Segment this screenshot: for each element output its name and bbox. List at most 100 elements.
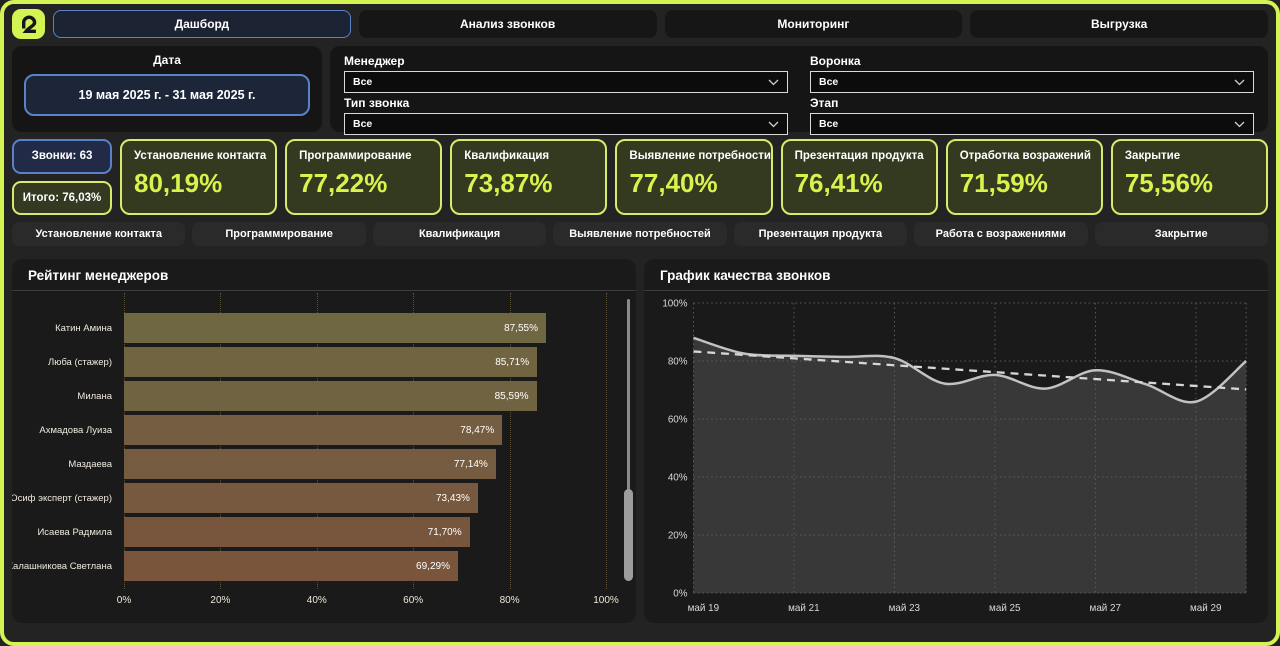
stage-button-closing[interactable]: Закрытие [1095, 222, 1268, 246]
managers-rating-title: Рейтинг менеджеров [12, 259, 636, 291]
kpi-title: Закрытие [1125, 150, 1254, 162]
charts-section: Рейтинг менеджеров Катин АминаЛюба (стаж… [12, 259, 1268, 623]
kpi-value: 80,19% [134, 168, 263, 199]
stage-button-contact[interactable]: Установление контакта [12, 222, 185, 246]
app-logo-icon [12, 9, 45, 39]
managers-rating-chart: Рейтинг менеджеров Катин АминаЛюба (стаж… [12, 259, 636, 623]
bar-1[interactable]: 87,55% [124, 313, 546, 343]
chevron-down-icon [1234, 121, 1245, 128]
y-tick-label: 20% [668, 530, 688, 541]
bar-5[interactable]: 77,14% [124, 449, 496, 479]
stage-select[interactable]: Все [810, 113, 1254, 135]
bar-row: 85,71% [124, 345, 606, 379]
y-tick-label: 60% [668, 414, 688, 425]
call-quality-chart: График качества звонков 0%20%40%60%80%10… [644, 259, 1268, 623]
kpi-value: 77,22% [299, 168, 428, 199]
kpi-card-needs: Выявление потребности 77,40% [615, 139, 772, 215]
chevron-down-icon [768, 79, 779, 86]
bar-category-label: Люба (стажер) [12, 345, 120, 379]
kpi-value: 73,87% [464, 168, 593, 199]
bar-value-label: 87,55% [504, 323, 538, 334]
bar-row: 73,43% [124, 481, 606, 515]
kpi-title: Установление контакта [134, 150, 263, 162]
kpi-value: 71,59% [960, 168, 1089, 199]
funnel-filter-label: Воронка [810, 54, 1254, 68]
call-type-filter-label: Тип звонка [344, 96, 788, 110]
bar-x-tick-label: 20% [210, 595, 230, 606]
bar-2[interactable]: 85,71% [124, 347, 537, 377]
date-range-picker[interactable]: 19 мая 2025 г. - 31 мая 2025 г. [24, 74, 310, 116]
bar-3[interactable]: 85,59% [124, 381, 537, 411]
call-type-select[interactable]: Все [344, 113, 788, 135]
bar-value-label: 78,47% [460, 425, 494, 436]
area-chart-svg: 0%20%40%60%80%100%май 19май 21май 23май … [654, 293, 1258, 619]
x-tick-label: май 21 [788, 603, 820, 614]
bar-7[interactable]: 71,70% [124, 517, 470, 547]
bar-row: 77,14% [124, 447, 606, 481]
x-tick-label: май 23 [889, 603, 921, 614]
tab-call-analysis[interactable]: Анализ звонков [359, 10, 657, 38]
header: Дашборд Анализ звонков Мониторинг Выгруз… [12, 10, 1268, 38]
x-tick-label: май 29 [1190, 603, 1222, 614]
bar-value-label: 85,59% [495, 391, 529, 402]
kpi-card-objections: Отработка возражений 71,59% [946, 139, 1103, 215]
kpi-value: 77,40% [629, 168, 758, 199]
kpi-value: 76,41% [795, 168, 924, 199]
bar-chart-scrollbar[interactable] [624, 299, 633, 581]
bar-value-label: 77,14% [454, 459, 488, 470]
bar-category-label: Юсиф эксперт (стажер) [12, 481, 120, 515]
bar-category-label: Ахмадова Луиза [12, 413, 120, 447]
kpi-card-presentation: Презентация продукта 76,41% [781, 139, 938, 215]
bar-4[interactable]: 78,47% [124, 415, 502, 445]
stage-button-objections[interactable]: Работа с возражениями [914, 222, 1087, 246]
bar-category-label: Милана [12, 379, 120, 413]
x-tick-label: май 27 [1090, 603, 1122, 614]
call-quality-title: График качества звонков [644, 259, 1268, 291]
y-tick-label: 80% [668, 356, 688, 367]
bar-gridline [606, 293, 607, 589]
kpi-card-closing: Закрытие 75,56% [1111, 139, 1268, 215]
stage-button-programming[interactable]: Программирование [192, 222, 365, 246]
chevron-down-icon [1234, 79, 1245, 86]
kpi-title: Программирование [299, 150, 428, 162]
bar-6[interactable]: 73,43% [124, 483, 478, 513]
y-tick-label: 0% [673, 588, 687, 599]
chevron-down-icon [768, 121, 779, 128]
bar-x-tick-label: 40% [307, 595, 327, 606]
manager-select-value: Все [353, 76, 372, 88]
bar-category-labels: Катин АминаЛюба (стажер)МиланаАхмадова Л… [12, 311, 120, 583]
stage-button-presentation[interactable]: Презентация продукта [734, 222, 907, 246]
tab-dashboard[interactable]: Дашборд [53, 10, 351, 38]
bar-row: 85,59% [124, 379, 606, 413]
kpi-title: Отработка возражений [960, 150, 1089, 162]
bar-value-label: 85,71% [495, 357, 529, 368]
tab-export[interactable]: Выгрузка [970, 10, 1268, 38]
stage-button-needs[interactable]: Выявление потребностей [553, 222, 726, 246]
bar-row: 71,70% [124, 515, 606, 549]
kpi-title: Выявление потребности [629, 150, 758, 162]
x-tick-label: май 25 [989, 603, 1021, 614]
x-tick-label: май 19 [688, 603, 720, 614]
bar-category-label: Катин Амина [12, 311, 120, 345]
tab-bar: Дашборд Анализ звонков Мониторинг Выгруз… [53, 10, 1268, 38]
y-tick-label: 40% [668, 472, 688, 483]
bar-category-label: Калашникова Светлана [12, 549, 120, 583]
tab-monitoring[interactable]: Мониторинг [665, 10, 963, 38]
manager-select[interactable]: Все [344, 71, 788, 93]
stage-filter-label: Этап [810, 96, 1254, 110]
call-type-select-value: Все [353, 118, 372, 130]
bar-x-axis: 0%20%40%60%80%100% [124, 595, 606, 609]
bar-8[interactable]: 69,29% [124, 551, 458, 581]
bar-x-tick-label: 60% [403, 595, 423, 606]
calls-count-card: Звонки: 63 [12, 139, 112, 174]
date-filter-panel: Дата 19 мая 2025 г. - 31 мая 2025 г. [12, 46, 322, 132]
quality-area-fill [693, 338, 1246, 593]
slicer-panel: Менеджер Все Воронка Все Тип звонка Все … [330, 46, 1268, 132]
bar-value-label: 71,70% [428, 527, 462, 538]
funnel-select[interactable]: Все [810, 71, 1254, 93]
stage-select-value: Все [819, 118, 838, 130]
stage-button-qualification[interactable]: Квалификация [373, 222, 546, 246]
kpi-title: Презентация продукта [795, 150, 924, 162]
total-score-card: Итого: 76,03% [12, 181, 112, 216]
scrollbar-thumb[interactable] [624, 489, 633, 581]
